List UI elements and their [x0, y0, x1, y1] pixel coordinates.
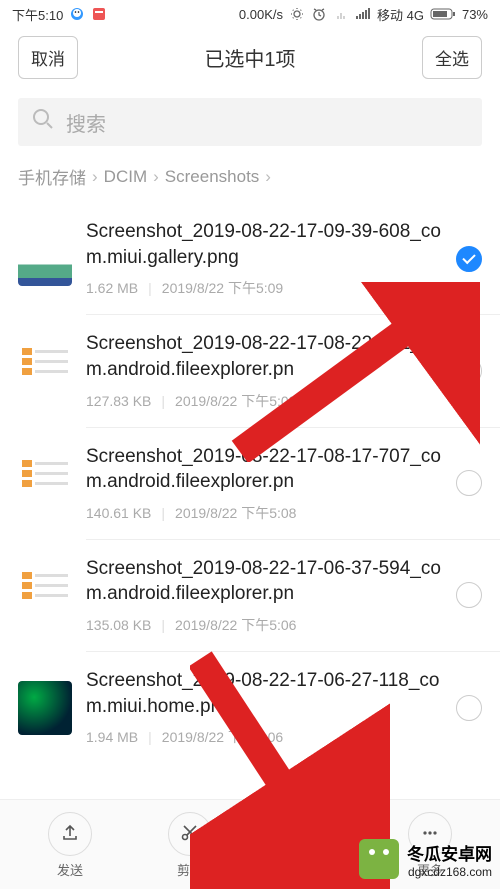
file-date: 2019/8/22 下午5:08: [175, 503, 296, 523]
file-checkbox[interactable]: [456, 582, 482, 608]
file-date: 2019/8/22 下午5:06: [162, 727, 283, 747]
search-input[interactable]: 搜索: [18, 98, 482, 146]
file-name: Screenshot_2019-08-22-17-08-17-707_com.a…: [86, 444, 442, 495]
file-thumb: [18, 456, 72, 510]
breadcrumb-seg[interactable]: 手机存储: [18, 164, 86, 189]
more-button[interactable]: 更多: [408, 812, 452, 879]
status-time: 下午5:10: [12, 5, 63, 24]
file-name: Screenshot_2019-08-22-17-06-37-594_com.a…: [86, 556, 442, 607]
file-date: 2019/8/22 下午5:08: [175, 391, 296, 411]
file-checkbox[interactable]: [456, 246, 482, 272]
signal-icon: [355, 6, 371, 22]
battery-icon: [430, 6, 456, 22]
cut-button[interactable]: 剪切: [168, 812, 212, 879]
upload-icon: [60, 823, 80, 846]
chevron-right-icon: ›: [153, 167, 159, 187]
file-name: Screenshot_2019-08-22-17-08-22-421_com.a…: [86, 331, 442, 382]
file-checkbox[interactable]: [456, 470, 482, 496]
file-checkbox[interactable]: [456, 358, 482, 384]
file-name: Screenshot_2019-08-22-17-09-39-608_com.m…: [86, 219, 442, 270]
file-item[interactable]: Screenshot_2019-08-22-17-08-17-707_com.a…: [0, 428, 500, 539]
alarm-icon: [311, 6, 327, 22]
selectall-button[interactable]: 全选: [422, 36, 482, 79]
dnd-icon: [289, 6, 305, 22]
scissors-icon: [180, 823, 200, 846]
file-thumb: [18, 232, 72, 286]
file-size: 1.94 MB: [86, 729, 138, 745]
file-size: 127.83 KB: [86, 393, 151, 409]
qq-icon: [69, 6, 85, 22]
action-label: 发送: [57, 860, 83, 879]
send-button[interactable]: 发送: [48, 812, 92, 879]
breadcrumb[interactable]: 手机存储 › DCIM › Screenshots ›: [0, 164, 500, 203]
search-icon: [32, 108, 54, 136]
netspeed: 0.00K/s: [239, 7, 283, 22]
file-list: Screenshot_2019-08-22-17-09-39-608_com.m…: [0, 203, 500, 763]
file-item[interactable]: Screenshot_2019-08-22-17-06-37-594_com.a…: [0, 540, 500, 651]
file-date: 2019/8/22 下午5:09: [162, 278, 283, 298]
delete-button[interactable]: 删除: [288, 812, 332, 879]
more-icon: [420, 823, 440, 846]
breadcrumb-seg[interactable]: DCIM: [104, 167, 147, 187]
chevron-right-icon: ›: [265, 167, 271, 187]
file-size: 140.61 KB: [86, 505, 151, 521]
file-item[interactable]: Screenshot_2019-08-22-17-09-39-608_com.m…: [0, 203, 500, 314]
chevron-right-icon: ›: [92, 167, 98, 187]
file-item[interactable]: Screenshot_2019-08-22-17-08-22-421_com.a…: [0, 315, 500, 426]
breadcrumb-seg[interactable]: Screenshots: [165, 167, 260, 187]
file-thumb: [18, 681, 72, 735]
file-name: Screenshot_2019-08-22-17-06-27-118_com.m…: [86, 668, 442, 719]
title-bar: 取消 已选中1项 全选: [0, 28, 500, 86]
page-title: 已选中1项: [204, 43, 295, 72]
nodata-icon: [333, 6, 349, 22]
app-icon: [91, 6, 107, 22]
file-size: 135.08 KB: [86, 617, 151, 633]
cancel-button[interactable]: 取消: [18, 36, 78, 79]
file-checkbox[interactable]: [456, 695, 482, 721]
carrier: 移动 4G: [377, 5, 424, 24]
search-placeholder: 搜索: [66, 108, 106, 137]
action-label: 剪切: [177, 860, 203, 879]
action-label: 更多: [417, 860, 443, 879]
status-bar: 下午5:10 0.00K/s 移动 4G 73%: [0, 0, 500, 28]
trash-icon: [300, 823, 320, 846]
file-thumb: [18, 344, 72, 398]
file-thumb: [18, 568, 72, 622]
battery-percent: 73%: [462, 7, 488, 22]
bottom-action-bar: 发送 剪切 删除 更多: [0, 799, 500, 889]
file-size: 1.62 MB: [86, 280, 138, 296]
file-item[interactable]: Screenshot_2019-08-22-17-06-27-118_com.m…: [0, 652, 500, 763]
file-date: 2019/8/22 下午5:06: [175, 615, 296, 635]
action-label: 删除: [297, 860, 323, 879]
